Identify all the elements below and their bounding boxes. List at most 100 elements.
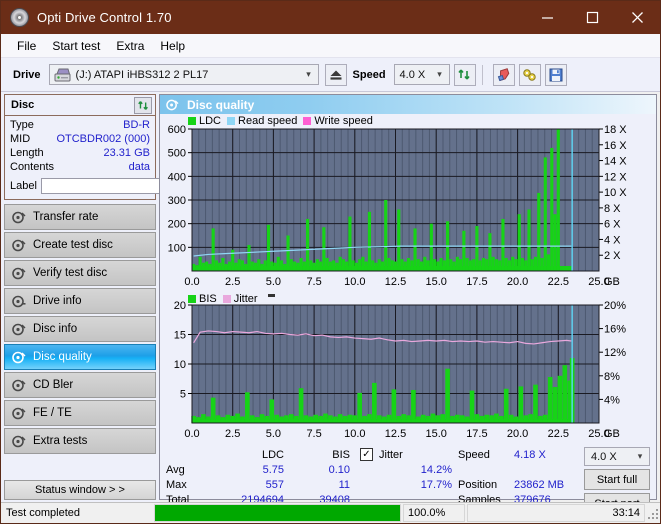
chart-ldc-plot-wrap: 100 200 300 400 500 600 2 X 4 X 6 X 8 X 10 X 12 X 14…: [162, 115, 654, 290]
eject-icon: [330, 70, 342, 80]
disc-row-type: Type BD-R: [10, 118, 150, 132]
plot1-wrap-svg: 100 200 300 400 500 600 2 X 4 X 6 X 8 X 10 X 12 X 14…: [168, 124, 628, 288]
stats-meta-spacer: [458, 462, 514, 477]
disc-burn-icon: [11, 238, 27, 252]
resize-grip[interactable]: [646, 507, 658, 519]
erase-button[interactable]: [492, 63, 515, 86]
y2-tick-label: 12%: [604, 347, 626, 359]
x-tick-label: 10.0: [344, 428, 365, 440]
extra-tests-icon: [11, 434, 27, 448]
app-disc-icon: [10, 8, 29, 27]
maximize-icon[interactable]: [570, 1, 615, 34]
stats-ldc-max: 557: [265, 478, 284, 491]
chevron-down-icon: ▾: [437, 69, 442, 79]
stats-label-avg: Avg: [166, 463, 185, 476]
legend-item-jitter: Jitter: [222, 293, 258, 305]
legend-swatch-read-speed: [227, 117, 236, 125]
x-tick-label: 2.5: [225, 428, 240, 440]
chevron-down-icon: ▾: [637, 451, 643, 461]
drive-select[interactable]: (J:) ATAPI iHBS312 2 PL17 ▾: [48, 64, 319, 85]
sidebar-item-create-test-disc[interactable]: Create test disc: [4, 232, 156, 258]
y-tick-label: 15: [174, 330, 186, 342]
speed-label: Speed: [352, 68, 386, 81]
stats-header-bis: BIS: [332, 448, 350, 461]
disc-quality-icon: [11, 350, 27, 364]
fe-te-icon: [11, 406, 27, 420]
disc-row-length-key: Length: [10, 147, 44, 159]
refresh-button[interactable]: [453, 63, 476, 86]
menu-item-extra[interactable]: Extra: [108, 37, 152, 55]
sidebar: Disc Type BD-R MID OTCBDR002 (000) Lengt…: [1, 92, 208, 502]
y2-tick-label: 2 X: [604, 250, 621, 262]
x-tick-label: 7.5: [306, 276, 321, 288]
sidebar-item-transfer-rate[interactable]: Transfer rate: [4, 204, 156, 230]
refresh-icon: [137, 100, 148, 110]
y2-tick-label: 4%: [604, 394, 620, 406]
x-tick-label: 0.0: [184, 276, 199, 288]
y2-tick-label: 8%: [604, 371, 620, 383]
sidebar-item-label: Disc info: [33, 323, 78, 335]
jitter-checkbox[interactable]: ✓: [360, 448, 373, 461]
sidebar-item-label: CD Bler: [33, 379, 74, 391]
disc-properties: Type BD-R MID OTCBDR002 (000) Length 23.…: [5, 116, 208, 199]
menu-item-file[interactable]: File: [9, 37, 44, 55]
status-window-button[interactable]: Status window > >: [4, 480, 156, 500]
menu-item-help[interactable]: Help: [152, 37, 193, 55]
disc-row-mid-key: MID: [10, 133, 31, 145]
speed-value: 4.0 X: [399, 68, 426, 81]
close-icon[interactable]: [615, 1, 660, 34]
test-speed-select[interactable]: 4.0 X ▾: [584, 447, 650, 466]
x-tick-label: 12.5: [385, 276, 406, 288]
disc-row-contents: Contents data: [10, 160, 150, 174]
x-tick-label: 10.0: [344, 276, 365, 288]
disc-refresh-button[interactable]: [134, 96, 152, 114]
x-tick-label: 22.5: [548, 428, 569, 440]
sidebar-item-label: Disc quality: [33, 351, 92, 363]
save-button[interactable]: [544, 63, 567, 86]
status-bar: Test completed 100.0% 33:14: [1, 502, 660, 523]
x-tick-label: 15.0: [425, 276, 446, 288]
x-axis-unit: GB: [604, 276, 620, 288]
elapsed-time: 33:14: [467, 504, 645, 522]
chart-ldc-legend: LDC Read speed Write speed: [188, 115, 379, 127]
main-panel-header: Disc quality: [160, 95, 656, 114]
legend-label-bis: BIS: [199, 293, 217, 305]
minimize-icon[interactable]: [525, 1, 570, 34]
start-full-button[interactable]: Start full: [584, 469, 650, 490]
disc-quality-icon: [166, 98, 180, 111]
sidebar-item-fe-te[interactable]: FE / TE: [4, 400, 156, 426]
stats-label-position: Position: [458, 478, 498, 491]
x-tick-label: 20.0: [507, 428, 528, 440]
sidebar-item-extra-tests[interactable]: Extra tests: [4, 428, 156, 454]
sidebar-item-verify-test-disc[interactable]: Verify test disc: [4, 260, 156, 286]
stats-jitter-max: 17.7%: [420, 478, 452, 491]
disc-panel-title: Disc: [11, 99, 35, 111]
x-tick-label: 5.0: [266, 428, 281, 440]
jitter-header: ✓ Jitter: [360, 447, 452, 462]
progress-bar: [154, 504, 401, 522]
sidebar-item-drive-info[interactable]: Drive info: [4, 288, 156, 314]
y-tick-label: 600: [168, 124, 186, 136]
speed-select[interactable]: 4.0 X ▾: [393, 64, 450, 85]
stats-jitter-avg: 14.2%: [420, 463, 452, 476]
disc-row-type-key: Type: [10, 119, 34, 131]
stats-bis-avg: 0.10: [328, 463, 350, 476]
disc-label-row: Label: [10, 176, 208, 196]
chevron-down-icon: ▾: [306, 69, 311, 79]
sidebar-item-disc-quality[interactable]: Disc quality: [4, 344, 156, 370]
stats-label-speed: Speed: [458, 448, 490, 461]
y-tick-label: 400: [168, 171, 186, 183]
legend-label-ldc: LDC: [199, 115, 222, 127]
stats-value-speed: 4.18 X: [514, 448, 546, 461]
test-speed-value: 4.0 X: [591, 450, 617, 463]
legend-label-read-speed: Read speed: [238, 115, 298, 127]
menu-item-start-test[interactable]: Start test: [44, 37, 108, 55]
legend-item-bis: BIS: [188, 293, 217, 305]
y2-tick-label: 14 X: [604, 156, 627, 168]
sidebar-item-disc-info[interactable]: Disc info: [4, 316, 156, 342]
eject-button[interactable]: [324, 63, 347, 86]
y2-tick-label: 16 X: [604, 140, 627, 152]
sidebar-item-cd-bler[interactable]: CD Bler: [4, 372, 156, 398]
tools-button[interactable]: [518, 63, 541, 86]
